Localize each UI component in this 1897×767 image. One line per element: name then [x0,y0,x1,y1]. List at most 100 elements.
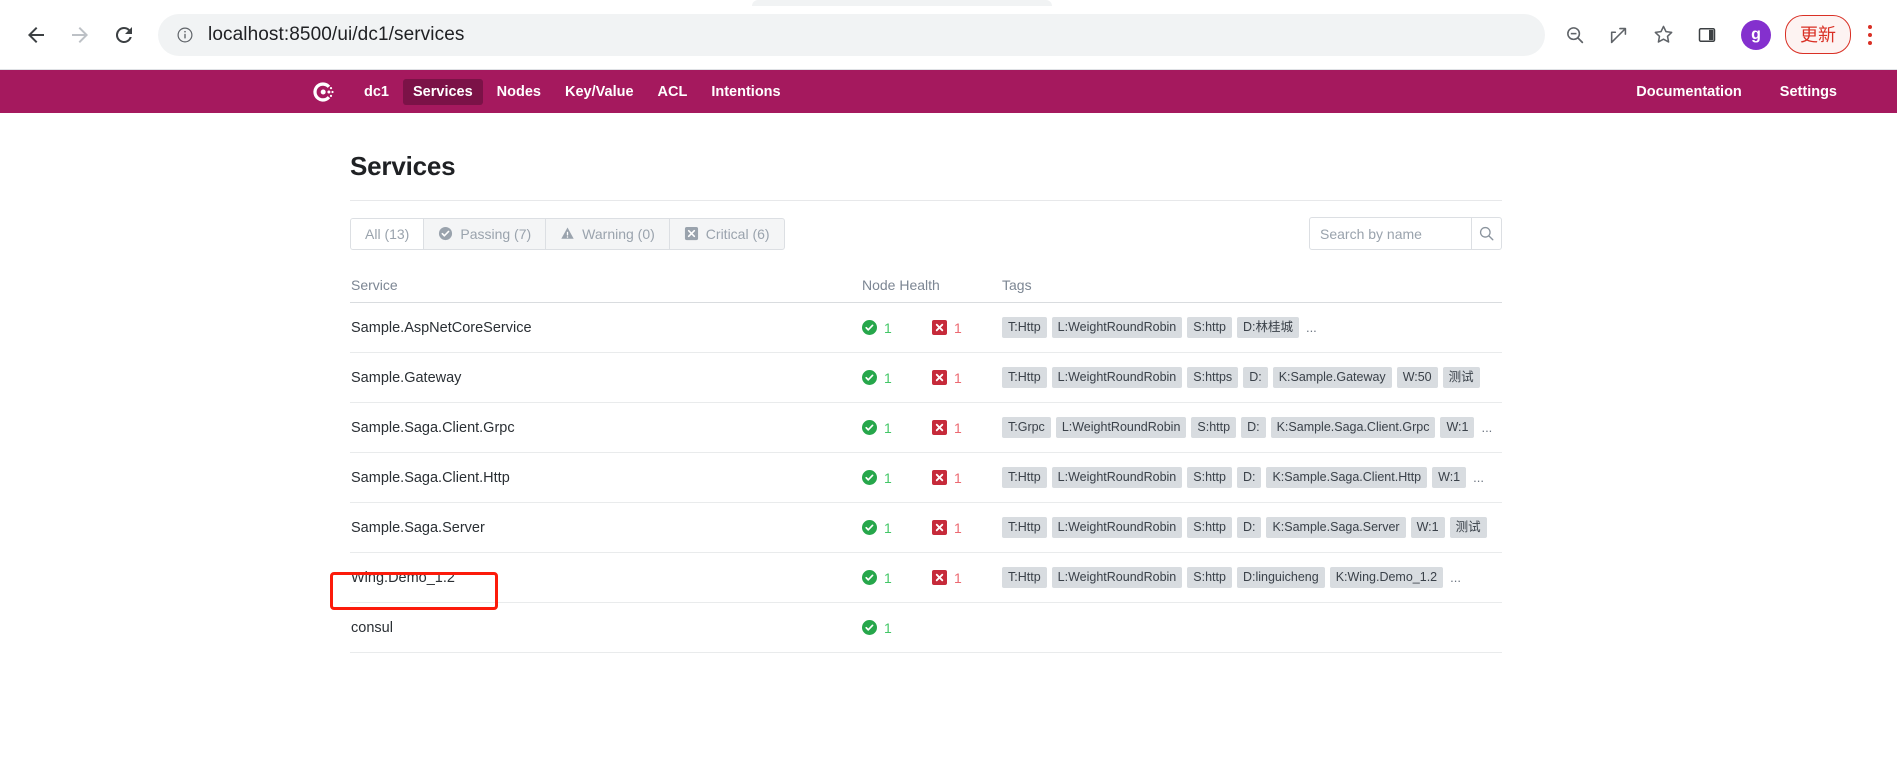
browser-toolbar: localhost:8500/ui/dc1/services g 更新 [0,0,1897,70]
passing-count: 1 [884,519,892,536]
service-tag: S:http [1187,316,1232,339]
table-row[interactable]: Sample.Saga.Server 1 1 T:Http L:WeightRoundR… [350,503,1502,553]
service-tag: W:1 [1440,416,1475,439]
filter-tab-passing[interactable]: Passing (7) [424,218,547,249]
nav-item-settings[interactable]: Settings [1770,79,1847,105]
filter-tab-warning[interactable]: Warning (0) [546,218,670,249]
search-box[interactable] [1309,217,1502,250]
check-circle-icon [862,420,877,435]
service-name-link[interactable]: Sample.Gateway [351,370,461,386]
nav-item-acl[interactable]: ACL [648,79,698,105]
health-filter-tabs: All (13) Passing (7) Warning (0) Critica… [350,217,785,250]
table-row[interactable]: Sample.AspNetCoreService 1 1 T:Http L:Weight… [350,303,1502,353]
service-name-cell[interactable]: Sample.Saga.Server [350,519,862,537]
table-header: Service Node Health Tags [350,277,1502,303]
site-information-icon[interactable] [174,24,196,46]
passing-count: 1 [884,469,892,486]
service-name-link[interactable]: Wing.Demo_1.2 [351,570,455,586]
service-tag: S:http [1187,516,1232,539]
check-circle-icon [862,520,877,535]
nav-item-intentions[interactable]: Intentions [701,79,790,105]
tags-cell: T:Http L:WeightRoundRobin S:http D:林桂城... [1002,316,1502,339]
x-square-icon [932,570,947,585]
service-name-cell[interactable]: Wing.Demo_1.2 [330,569,862,610]
zoom-out-button[interactable] [1555,15,1595,55]
search-input[interactable] [1310,225,1472,242]
filter-tab-warning-label: Warning (0) [582,225,655,242]
tags-cell: T:Grpc L:WeightRoundRobin S:http D: K:Sample… [1002,416,1502,439]
table-row[interactable]: Sample.Gateway 1 1 T:Http L:WeightRoundRobin… [350,353,1502,403]
check-circle-icon [862,320,877,335]
passing-count: 1 [884,369,892,386]
service-name-cell[interactable]: Sample.Saga.Client.Grpc [350,419,862,437]
service-tag: S:http [1187,566,1232,589]
service-tag: L:WeightRoundRobin [1055,416,1187,439]
service-tag: K:Sample.Saga.Client.Grpc [1270,416,1436,439]
table-row[interactable]: Sample.Saga.Client.Http 1 1 T:Http L:WeightR… [350,453,1502,503]
table-row[interactable]: Sample.Saga.Client.Grpc 1 1 T:Grpc L:WeightR… [350,403,1502,453]
service-tag: L:WeightRoundRobin [1051,566,1183,589]
x-square-icon [932,470,947,485]
update-button[interactable]: 更新 [1785,15,1851,54]
service-name-cell[interactable]: Sample.AspNetCoreService [350,319,862,337]
tags-cell: T:Http L:WeightRoundRobin S:http D: K:Sample… [1002,516,1502,539]
tags-overflow-ellipsis: ... [1473,470,1484,485]
filter-tab-critical-label: Critical (6) [705,225,770,242]
service-tag: 测试 [1442,366,1480,389]
nav-item-documentation[interactable]: Documentation [1626,79,1752,105]
profile-avatar[interactable]: g [1741,19,1771,50]
service-name-cell[interactable]: Sample.Saga.Client.Http [350,469,862,487]
consul-top-nav: dc1 Services Nodes Key/Value ACL Intenti… [0,70,1897,113]
back-arrow-icon [28,26,44,43]
back-button[interactable] [14,13,58,57]
forward-button[interactable] [58,13,102,57]
bookmark-star-icon [1654,25,1672,43]
service-tag: K:Wing.Demo_1.2 [1329,566,1444,589]
service-tag: D: [1236,516,1262,539]
filter-tab-all[interactable]: All (13) [351,218,425,249]
share-button[interactable] [1599,15,1639,55]
update-label: 更新 [1800,25,1836,45]
table-row[interactable]: Wing.Demo_1.2 1 1 T:Http L:WeightRoundRobin S… [330,553,1502,610]
service-tag: T:Http [1002,516,1047,539]
service-tag: D: [1236,466,1262,489]
passing-health-indicator: 1 [862,470,932,486]
chrome-menu-button[interactable] [1857,15,1883,55]
service-name-cell[interactable]: consul [350,619,862,637]
search-button[interactable] [1471,218,1501,249]
service-tag: S:https [1187,366,1239,389]
critical-health-indicator: 1 [932,420,1002,436]
service-name-cell[interactable]: Sample.Gateway [350,369,862,387]
bookmark-button[interactable] [1643,15,1683,55]
service-name-link[interactable]: Sample.Saga.Server [351,520,485,536]
nav-item-nodes[interactable]: Nodes [487,79,551,105]
nav-item-datacenter[interactable]: dc1 [354,79,399,105]
service-name-link[interactable]: Sample.Saga.Client.Http [351,470,510,486]
service-name-link[interactable]: Sample.AspNetCoreService [351,320,532,336]
service-name-link[interactable]: Sample.Saga.Client.Grpc [351,420,515,436]
address-bar[interactable]: localhost:8500/ui/dc1/services [158,13,1545,56]
filter-tab-critical[interactable]: Critical (6) [670,219,784,249]
reload-button[interactable] [102,13,146,57]
side-panel-button[interactable] [1687,15,1727,55]
x-square-icon [932,370,947,385]
page-title: Services [350,151,456,181]
x-square-icon [932,420,947,435]
critical-health-indicator: 1 [932,370,1002,386]
critical-health-indicator: 1 [932,570,1002,586]
consul-logo-icon[interactable] [310,79,336,105]
service-name-link[interactable]: consul [351,620,393,636]
url-text: localhost:8500/ui/dc1/services [208,23,465,45]
nav-item-services[interactable]: Services [403,78,483,105]
passing-health-indicator: 1 [862,420,932,436]
service-tag: T:Http [1002,366,1047,389]
service-tag: 测试 [1449,516,1487,539]
table-row[interactable]: consul 1 [350,603,1502,653]
x-square-icon [932,320,947,335]
check-circle-icon [862,620,877,635]
service-tag: D:林桂城 [1236,316,1299,339]
nav-item-key-value[interactable]: Key/Value [555,79,644,105]
service-tag: S:http [1187,466,1232,489]
passing-health-indicator: 1 [862,570,932,586]
consul-nav-links: dc1 Services Nodes Key/Value ACL Intenti… [354,78,791,105]
